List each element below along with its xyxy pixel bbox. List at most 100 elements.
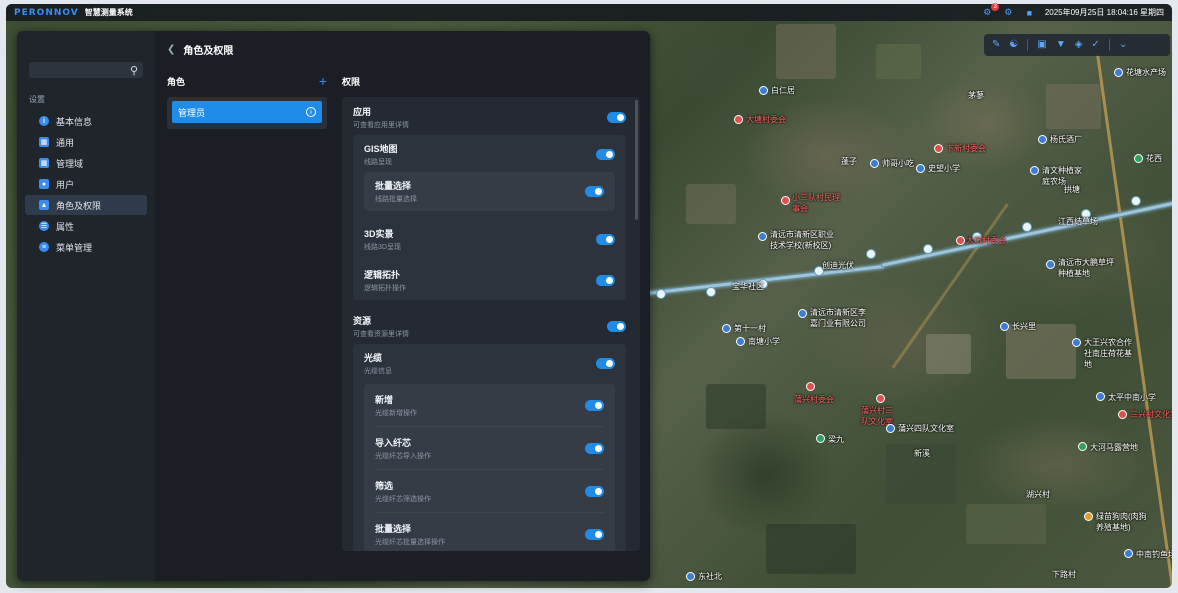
page-header: ❮ 角色及权限 xyxy=(167,42,233,57)
map-label[interactable]: 小三队村民理事会 xyxy=(792,192,840,214)
add-role-icon[interactable]: + xyxy=(319,74,327,88)
user-icon[interactable]: ■ xyxy=(1024,7,1035,18)
map-label[interactable]: 蒲兴村委会 xyxy=(794,394,834,405)
cable-node[interactable] xyxy=(1131,196,1141,206)
map-label[interactable]: 清远市清新区李嘉门业有限公司 xyxy=(810,307,870,329)
permission-toggle[interactable] xyxy=(585,485,604,497)
search-box[interactable]: ⚲ xyxy=(29,62,143,78)
ruler-icon[interactable]: ✓ xyxy=(1091,40,1099,50)
map-label[interactable]: 太平中南小学 xyxy=(1108,392,1156,403)
filter-icon[interactable]: ▼ xyxy=(1056,40,1066,50)
role-label: 管理员 xyxy=(178,107,206,118)
map-label[interactable]: 茅蓼 xyxy=(968,90,984,101)
cable-node[interactable] xyxy=(1022,222,1032,232)
map-label[interactable]: 下新村委会 xyxy=(946,143,986,154)
cable-node[interactable] xyxy=(656,289,666,299)
permission-title: 新增 xyxy=(375,394,394,405)
permission-toggle[interactable] xyxy=(596,358,615,369)
pencil-icon[interactable]: ✎ xyxy=(992,40,1000,50)
back-icon[interactable]: ❮ xyxy=(167,44,175,55)
map-label[interactable]: 新溪 xyxy=(914,448,930,459)
map-toolbar: ✎ ☯ ▣ ▼ ◈ ✓ ⌄ xyxy=(984,34,1170,56)
permission-toggle[interactable] xyxy=(585,528,604,540)
permission-subtitle: 线路3D呈现 xyxy=(364,244,401,251)
role-item-admin[interactable]: 管理员 i xyxy=(172,101,322,123)
search-icon[interactable]: ⚲ xyxy=(130,64,138,77)
map-label[interactable]: 杨氏酒厂 xyxy=(1050,134,1082,145)
sidebar-item-basic-info[interactable]: i 基本信息 xyxy=(25,111,147,131)
person-icon[interactable]: ☯ xyxy=(1009,40,1018,50)
map-label[interactable]: 中南钓鱼场 xyxy=(1136,549,1172,560)
permission-cable-import-core: 导入纤芯 光缆纤芯导入操作 xyxy=(375,427,604,470)
map-label[interactable]: 帅哥小吃 xyxy=(882,158,914,169)
permissions-heading: 权限 xyxy=(342,76,361,87)
permission-toggle[interactable] xyxy=(596,275,615,286)
info-icon[interactable]: i xyxy=(306,107,316,117)
gear-icon[interactable]: ⚙ xyxy=(1003,7,1014,18)
permission-subtitle: 光缆纤芯导入操作 xyxy=(375,452,431,460)
map-label[interactable]: 拱塘 xyxy=(1064,184,1080,195)
map-label[interactable]: 蓬子 xyxy=(841,156,857,167)
sidebar-item-menu-management[interactable]: ≡ 菜单管理 xyxy=(25,237,147,257)
map-label[interactable]: 创迪光伏 xyxy=(822,260,854,271)
sidebar-item-attributes[interactable]: ☰ 属性 xyxy=(25,216,147,236)
grid-icon: ▦ xyxy=(39,137,49,147)
map-label[interactable]: 下路村 xyxy=(1052,569,1076,580)
map-label[interactable]: 花西 xyxy=(1146,153,1162,164)
permission-subtitle: 线路呈现 xyxy=(364,159,392,166)
map-label[interactable]: 蒲兴四队文化室 xyxy=(898,423,954,434)
layer-icon[interactable]: ▣ xyxy=(1037,40,1046,50)
chevron-down-icon[interactable]: ⌄ xyxy=(1119,40,1127,50)
permission-toggle[interactable] xyxy=(607,112,626,123)
notification-badge: 3 xyxy=(991,3,999,11)
map-label[interactable]: 蒲兴村三队文化室 xyxy=(861,405,899,427)
map-label[interactable]: 清远市清新区职业技术学校(新校区) xyxy=(770,229,836,251)
permission-toggle[interactable] xyxy=(585,186,604,197)
map-label[interactable]: 长兴里 xyxy=(1012,321,1036,332)
sidebar-item-general[interactable]: ▦ 通用 xyxy=(25,132,147,152)
map-label[interactable]: 三兴村文化室 xyxy=(1130,409,1172,420)
map-label[interactable]: 大坑村委会 xyxy=(966,235,1006,246)
permissions-scroll-area[interactable]: 应用 可查看应用里详情 GIS地图 线路呈现 批量选择 线路批量选择 3D实景 … xyxy=(342,97,640,551)
map-label[interactable]: 大塘村委会 xyxy=(746,114,786,125)
sidebar-item-domain[interactable]: ▩ 管理域 xyxy=(25,153,147,173)
scrollbar[interactable] xyxy=(635,100,638,220)
sidebar-item-roles-permissions[interactable]: ▲ 角色及权限 xyxy=(25,195,147,215)
permission-toggle[interactable] xyxy=(585,442,604,454)
sidebar-item-users[interactable]: ● 用户 xyxy=(25,174,147,194)
map-label[interactable]: 史望小学 xyxy=(928,163,960,174)
attribute-icon: ☰ xyxy=(39,221,49,231)
map-label[interactable]: 绿苗狗肉(肉狗养殖基地) xyxy=(1096,511,1148,533)
map-label[interactable]: 大河马露营地 xyxy=(1090,442,1138,453)
map-label[interactable]: 宝华社区 xyxy=(732,281,764,292)
permission-sub-list: 新增 光缆新增操作 导入纤芯 光缆纤芯导入操作 筛选 光缆纤芯筛选操作 批量选择… xyxy=(364,384,615,551)
permission-toggle[interactable] xyxy=(596,234,615,245)
map-label[interactable]: 白仁居 xyxy=(771,85,795,96)
roles-list: 管理员 i xyxy=(167,97,327,129)
map-label[interactable]: 东社北 xyxy=(698,571,722,582)
map-label[interactable]: 花塘水产场 xyxy=(1126,67,1166,78)
cable-node[interactable] xyxy=(866,249,876,259)
search-input[interactable] xyxy=(29,65,130,75)
info-icon: i xyxy=(39,116,49,126)
map-label[interactable]: 第十一村 xyxy=(734,323,766,334)
permission-toggle[interactable] xyxy=(607,321,626,332)
permission-toggle[interactable] xyxy=(596,149,615,160)
sidebar-nav: i 基本信息 ▦ 通用 ▩ 管理域 ● 用户 ▲ 角色及权限 ☰ 属性 ≡ 菜单… xyxy=(17,111,155,257)
permission-toggle[interactable] xyxy=(585,399,604,411)
notification-bell-icon[interactable]: ⚙ 3 xyxy=(982,3,999,18)
map-label[interactable]: 江西结草场 xyxy=(1058,216,1098,227)
sidebar-item-label: 菜单管理 xyxy=(56,242,93,253)
sidebar-item-label: 属性 xyxy=(56,221,75,232)
map-label[interactable]: 湖兴村 xyxy=(1026,489,1050,500)
map-label[interactable]: 南塘小学 xyxy=(748,336,780,347)
sidebar-item-label: 管理域 xyxy=(56,158,84,169)
stack-icon[interactable]: ◈ xyxy=(1075,40,1083,50)
map-label[interactable]: 大王兴农合作社南庄荷花基地 xyxy=(1084,337,1138,370)
permission-cable-add: 新增 光缆新增操作 xyxy=(375,384,604,427)
cable-node[interactable] xyxy=(706,287,716,297)
map-label[interactable]: 梁九 xyxy=(828,434,844,445)
permission-title: 批量选择 xyxy=(375,523,412,534)
map-label[interactable]: 清远市大鹏草坪种植基地 xyxy=(1058,257,1118,279)
cable-node[interactable] xyxy=(923,244,933,254)
